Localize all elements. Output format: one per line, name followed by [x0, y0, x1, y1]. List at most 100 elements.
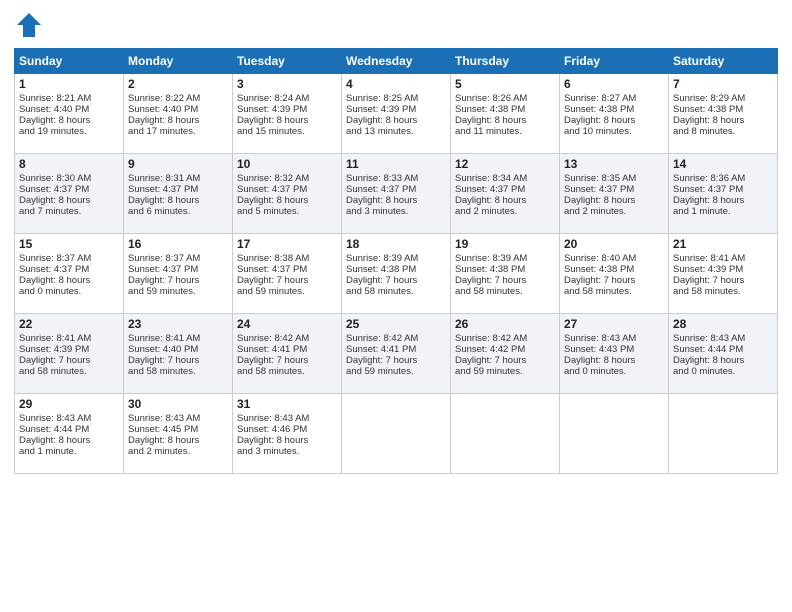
cell-line: Daylight: 8 hours [455, 115, 555, 126]
calendar-cell: 17Sunrise: 8:38 AMSunset: 4:37 PMDayligh… [233, 234, 342, 314]
cell-line: Sunset: 4:38 PM [455, 264, 555, 275]
cell-line: Sunset: 4:40 PM [128, 344, 228, 355]
cell-line: Daylight: 8 hours [19, 115, 119, 126]
cell-line: Sunset: 4:40 PM [128, 104, 228, 115]
cell-line: and 58 minutes. [19, 366, 119, 377]
cell-line: and 58 minutes. [564, 286, 664, 297]
cell-line: Daylight: 8 hours [673, 195, 773, 206]
cell-line: Daylight: 7 hours [128, 355, 228, 366]
page-container: SundayMondayTuesdayWednesdayThursdayFrid… [0, 0, 792, 484]
day-number: 12 [455, 157, 555, 171]
col-header-wednesday: Wednesday [342, 49, 451, 74]
cell-line: and 58 minutes. [237, 366, 337, 377]
cell-line: Sunrise: 8:27 AM [564, 93, 664, 104]
cell-line: Sunrise: 8:32 AM [237, 173, 337, 184]
cell-line: Daylight: 8 hours [564, 355, 664, 366]
week-row-1: 1Sunrise: 8:21 AMSunset: 4:40 PMDaylight… [15, 74, 778, 154]
col-header-thursday: Thursday [451, 49, 560, 74]
calendar-cell: 1Sunrise: 8:21 AMSunset: 4:40 PMDaylight… [15, 74, 124, 154]
cell-line: Sunset: 4:42 PM [455, 344, 555, 355]
day-number: 3 [237, 77, 337, 91]
col-header-friday: Friday [560, 49, 669, 74]
cell-line: and 8 minutes. [673, 126, 773, 137]
calendar-cell: 18Sunrise: 8:39 AMSunset: 4:38 PMDayligh… [342, 234, 451, 314]
cell-line: Sunrise: 8:37 AM [19, 253, 119, 264]
cell-line: Sunset: 4:39 PM [19, 344, 119, 355]
cell-line: Daylight: 8 hours [128, 435, 228, 446]
cell-line: Sunrise: 8:36 AM [673, 173, 773, 184]
calendar-cell: 13Sunrise: 8:35 AMSunset: 4:37 PMDayligh… [560, 154, 669, 234]
cell-line: and 3 minutes. [346, 206, 446, 217]
calendar-cell: 15Sunrise: 8:37 AMSunset: 4:37 PMDayligh… [15, 234, 124, 314]
calendar-cell [560, 394, 669, 474]
cell-line: Sunrise: 8:35 AM [564, 173, 664, 184]
day-number: 19 [455, 237, 555, 251]
cell-line: Daylight: 7 hours [128, 275, 228, 286]
calendar-cell: 23Sunrise: 8:41 AMSunset: 4:40 PMDayligh… [124, 314, 233, 394]
col-header-saturday: Saturday [669, 49, 778, 74]
day-number: 4 [346, 77, 446, 91]
cell-line: Sunrise: 8:43 AM [128, 413, 228, 424]
week-row-2: 8Sunrise: 8:30 AMSunset: 4:37 PMDaylight… [15, 154, 778, 234]
cell-line: Daylight: 7 hours [237, 355, 337, 366]
logo-icon [14, 10, 44, 40]
cell-line: Daylight: 8 hours [237, 195, 337, 206]
cell-line: and 0 minutes. [19, 286, 119, 297]
cell-line: Sunset: 4:44 PM [673, 344, 773, 355]
calendar-cell: 9Sunrise: 8:31 AMSunset: 4:37 PMDaylight… [124, 154, 233, 234]
cell-line: and 2 minutes. [128, 446, 228, 457]
calendar-cell: 5Sunrise: 8:26 AMSunset: 4:38 PMDaylight… [451, 74, 560, 154]
day-number: 15 [19, 237, 119, 251]
calendar-cell: 21Sunrise: 8:41 AMSunset: 4:39 PMDayligh… [669, 234, 778, 314]
cell-line: Daylight: 7 hours [564, 275, 664, 286]
calendar-cell: 2Sunrise: 8:22 AMSunset: 4:40 PMDaylight… [124, 74, 233, 154]
cell-line: Sunset: 4:40 PM [19, 104, 119, 115]
day-number: 7 [673, 77, 773, 91]
cell-line: Sunrise: 8:39 AM [346, 253, 446, 264]
cell-line: Sunset: 4:37 PM [128, 184, 228, 195]
cell-line: Daylight: 8 hours [564, 195, 664, 206]
cell-line: and 15 minutes. [237, 126, 337, 137]
cell-line: and 59 minutes. [455, 366, 555, 377]
cell-line: Sunrise: 8:43 AM [237, 413, 337, 424]
day-number: 8 [19, 157, 119, 171]
calendar-table: SundayMondayTuesdayWednesdayThursdayFrid… [14, 48, 778, 474]
calendar-cell: 26Sunrise: 8:42 AMSunset: 4:42 PMDayligh… [451, 314, 560, 394]
calendar-cell: 12Sunrise: 8:34 AMSunset: 4:37 PMDayligh… [451, 154, 560, 234]
cell-line: Sunrise: 8:24 AM [237, 93, 337, 104]
col-header-sunday: Sunday [15, 49, 124, 74]
week-row-5: 29Sunrise: 8:43 AMSunset: 4:44 PMDayligh… [15, 394, 778, 474]
day-number: 30 [128, 397, 228, 411]
cell-line: Sunrise: 8:31 AM [128, 173, 228, 184]
cell-line: Sunrise: 8:33 AM [346, 173, 446, 184]
cell-line: Sunset: 4:43 PM [564, 344, 664, 355]
cell-line: Sunrise: 8:42 AM [237, 333, 337, 344]
calendar-cell: 22Sunrise: 8:41 AMSunset: 4:39 PMDayligh… [15, 314, 124, 394]
calendar-cell: 4Sunrise: 8:25 AMSunset: 4:39 PMDaylight… [342, 74, 451, 154]
cell-line: and 5 minutes. [237, 206, 337, 217]
cell-line: Sunset: 4:37 PM [346, 184, 446, 195]
cell-line: Daylight: 7 hours [346, 355, 446, 366]
cell-line: and 11 minutes. [455, 126, 555, 137]
cell-line: and 2 minutes. [564, 206, 664, 217]
cell-line: Daylight: 8 hours [19, 435, 119, 446]
calendar-cell: 14Sunrise: 8:36 AMSunset: 4:37 PMDayligh… [669, 154, 778, 234]
cell-line: Daylight: 7 hours [19, 355, 119, 366]
cell-line: Daylight: 8 hours [346, 195, 446, 206]
day-number: 23 [128, 317, 228, 331]
cell-line: and 58 minutes. [346, 286, 446, 297]
cell-line: Sunrise: 8:21 AM [19, 93, 119, 104]
logo [14, 10, 48, 40]
cell-line: Sunset: 4:46 PM [237, 424, 337, 435]
week-row-4: 22Sunrise: 8:41 AMSunset: 4:39 PMDayligh… [15, 314, 778, 394]
cell-line: Daylight: 7 hours [673, 275, 773, 286]
header [14, 10, 778, 40]
calendar-cell: 6Sunrise: 8:27 AMSunset: 4:38 PMDaylight… [560, 74, 669, 154]
calendar-cell: 7Sunrise: 8:29 AMSunset: 4:38 PMDaylight… [669, 74, 778, 154]
cell-line: Sunrise: 8:41 AM [673, 253, 773, 264]
cell-line: Sunrise: 8:42 AM [346, 333, 446, 344]
col-header-monday: Monday [124, 49, 233, 74]
cell-line: Sunset: 4:38 PM [346, 264, 446, 275]
calendar-cell: 28Sunrise: 8:43 AMSunset: 4:44 PMDayligh… [669, 314, 778, 394]
cell-line: Sunrise: 8:40 AM [564, 253, 664, 264]
